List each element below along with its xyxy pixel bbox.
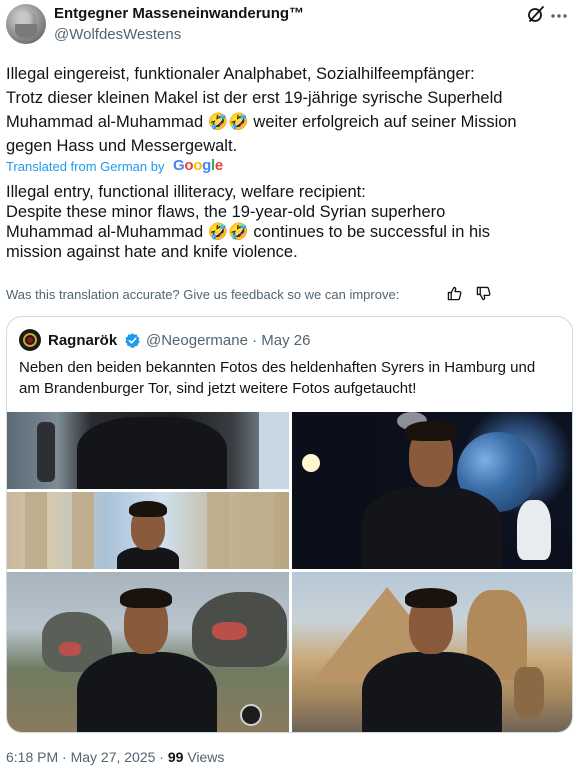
quoted-text: Neben den beiden bekannten Fotos des hel…: [19, 357, 564, 399]
dinosaur-mouth: [59, 642, 81, 656]
timestamp[interactable]: 6:18 PM · May 27, 2025 ·: [6, 749, 168, 765]
translated-from-label[interactable]: Translated from German by: [6, 159, 164, 174]
person-hair: [405, 588, 457, 608]
thumb-up-icon[interactable]: [447, 286, 462, 301]
quoted-tweet[interactable]: Ragnarök @Neogermane · May 26 Neben den …: [6, 316, 573, 733]
person-jacket: [362, 652, 502, 732]
person-hair: [405, 421, 457, 441]
person-jacket: [77, 417, 227, 489]
gate-column: [252, 492, 274, 569]
views-label: Views: [183, 749, 225, 765]
translation-feedback-prompt: Was this translation accurate? Give us f…: [6, 287, 400, 302]
lamp-light: [302, 454, 320, 472]
tweet-translation-line: mission against hate and knife violence.: [6, 243, 298, 261]
map-board: [259, 412, 289, 489]
media-grid: [7, 412, 572, 732]
photo-pyramids[interactable]: [292, 572, 572, 732]
photo-street[interactable]: [7, 412, 289, 489]
photo-brandenburg-gate[interactable]: [7, 492, 289, 569]
tweet-translation-line: Despite these minor flaws, the 19-year-o…: [6, 203, 446, 221]
tweet-meta: 6:18 PM · May 27, 2025 · 99 Views: [6, 749, 224, 765]
crowd-figure: [37, 422, 55, 482]
photo-space[interactable]: [292, 412, 572, 569]
author-handle[interactable]: @WolfdesWestens: [54, 26, 181, 43]
verified-icon: [125, 333, 140, 348]
tweet-translation-line: Illegal entry, functional illiteracy, we…: [6, 183, 366, 201]
person-hair: [120, 588, 172, 608]
quoted-text-line: am Brandenburger Tor, sind jetzt weitere…: [19, 380, 417, 397]
author-avatar[interactable]: [6, 4, 46, 44]
tweet-translation-text: Illegal entry, functional illiteracy, we…: [6, 182, 566, 262]
camel: [514, 667, 544, 717]
person-hair: [129, 501, 167, 517]
google-logo: Google: [173, 157, 223, 174]
more-icon[interactable]: [551, 14, 567, 18]
grok-icon[interactable]: [527, 5, 545, 23]
author-display-name[interactable]: Entgegner Masseneinwanderung™: [54, 5, 304, 22]
gate-column: [25, 492, 47, 569]
tweet-original-text: Illegal eingereist, funktionaler Analpha…: [6, 62, 566, 158]
quoted-author-avatar[interactable]: [19, 329, 41, 351]
tweet-original-line: Illegal eingereist, funktionaler Analpha…: [6, 65, 475, 83]
thumb-down-icon[interactable]: [476, 286, 491, 301]
tweet-original-line: Muhammad al-Muhammad 🤣🤣 weiter erfolgrei…: [6, 113, 517, 131]
tweet-original-line: Trotz dieser kleinen Makel ist der erst …: [6, 89, 503, 107]
tweet: Entgegner Masseneinwanderung™ @WolfdesWe…: [0, 0, 575, 777]
gate-column: [72, 492, 94, 569]
gate-column: [207, 492, 229, 569]
tweet-original-line: gegen Hass und Messergewalt.: [6, 137, 238, 155]
person-jacket: [77, 652, 217, 732]
views-count: 99: [167, 749, 184, 765]
quoted-author-name[interactable]: Ragnarök: [48, 332, 117, 349]
dinosaur-mouth: [212, 622, 247, 640]
photo-dinosaurs[interactable]: [7, 572, 289, 732]
watermark-badge: [240, 704, 262, 726]
avatar-beard: [15, 24, 37, 38]
avatar-core: [27, 337, 33, 343]
tweet-translation-line: Muhammad al-Muhammad 🤣🤣 continues to be …: [6, 223, 491, 241]
quoted-handle-date[interactable]: @Neogermane · May 26: [146, 332, 310, 349]
person-jacket: [117, 547, 179, 569]
astronaut: [517, 500, 551, 560]
person-jacket: [362, 487, 502, 569]
quoted-text-line: Neben den beiden bekannten Fotos des hel…: [19, 359, 536, 376]
